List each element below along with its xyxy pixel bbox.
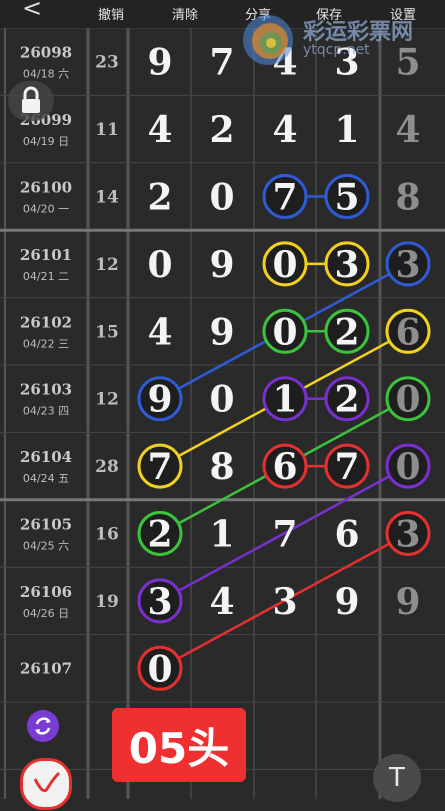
digit-cell[interactable]: 4: [272, 109, 297, 151]
issue-number: 26101: [20, 246, 72, 264]
digit-cell[interactable]: 4: [147, 311, 172, 353]
digit-cell[interactable]: 3: [147, 581, 172, 623]
issue-number: 26105: [20, 516, 72, 534]
issue-date: 04/25 六: [23, 540, 69, 553]
digit-cell[interactable]: 3: [272, 581, 297, 623]
digit-cell[interactable]: 9: [334, 581, 359, 623]
issue-number: 26104: [20, 448, 72, 466]
tail-digit[interactable]: 0: [395, 446, 420, 488]
sum-value: 14: [95, 188, 119, 208]
sum-value: 28: [95, 457, 119, 477]
logo-swirl-icon: [243, 15, 293, 65]
digit-cell[interactable]: 0: [209, 379, 234, 421]
issue-number: 26106: [20, 583, 72, 601]
issue-date: 04/23 四: [23, 405, 69, 418]
digit-cell[interactable]: 2: [334, 311, 359, 353]
issue-date: 04/18 六: [23, 68, 69, 81]
watermark-logo: 彩运彩票网 ytqcp.net: [240, 12, 445, 72]
issue-date: 04/24 五: [23, 472, 69, 485]
lock-icon[interactable]: [8, 81, 54, 121]
digit-cell[interactable]: 7: [272, 514, 297, 556]
digit-cell[interactable]: 1: [272, 379, 297, 421]
prediction-badge: 05头: [112, 708, 246, 782]
digit-cell[interactable]: 2: [334, 379, 359, 421]
digit-cell[interactable]: 7: [209, 42, 234, 84]
tail-digit[interactable]: 6: [395, 311, 420, 353]
lottery-trend-board[interactable]: 2609804/18 六232609904/19 日112610004/20 一…: [0, 0, 445, 799]
digit-cell[interactable]: 9: [209, 244, 234, 286]
issue-number: 26107: [20, 659, 72, 677]
digit-cell[interactable]: 4: [147, 109, 172, 151]
issue-date: 04/21 二: [23, 270, 69, 283]
tail-digit[interactable]: 0: [395, 379, 420, 421]
digit-cell[interactable]: 9: [147, 42, 172, 84]
digit-cell[interactable]: 8: [209, 446, 234, 488]
text-tool-icon[interactable]: T: [373, 754, 421, 802]
digit-cell[interactable]: 6: [272, 446, 297, 488]
tail-digit[interactable]: 3: [395, 244, 420, 286]
tail-digit[interactable]: 9: [395, 581, 420, 623]
issue-number: 26103: [20, 381, 72, 399]
sum-value: 12: [95, 255, 119, 275]
refresh-icon[interactable]: [27, 710, 59, 742]
digit-cell[interactable]: 9: [209, 311, 234, 353]
sum-value: 11: [95, 120, 119, 140]
issue-number: 26098: [20, 44, 72, 62]
digit-cell[interactable]: 2: [147, 514, 172, 556]
sum-value: 12: [95, 390, 119, 410]
digit-cell[interactable]: 7: [334, 446, 359, 488]
issue-date: 04/20 一: [23, 203, 69, 216]
digit-cell[interactable]: 7: [147, 446, 172, 488]
digit-cell[interactable]: 0: [209, 177, 234, 219]
undo-button[interactable]: 撤销: [98, 4, 124, 23]
issue-date: 04/26 日: [23, 607, 69, 620]
digit-cell[interactable]: 1: [334, 109, 359, 151]
digit-cell[interactable]: 1: [209, 514, 234, 556]
sum-value: 19: [95, 592, 119, 612]
tail-digit[interactable]: 4: [395, 109, 420, 151]
digit-cell[interactable]: 3: [334, 244, 359, 286]
issue-date: 04/19 日: [23, 135, 69, 148]
digit-cell[interactable]: 6: [334, 514, 359, 556]
tail-digit[interactable]: 3: [395, 514, 420, 556]
tail-digit[interactable]: 8: [395, 177, 420, 219]
logo-url: ytqcp.net: [303, 42, 370, 58]
digit-cell[interactable]: 4: [209, 581, 234, 623]
digit-cell[interactable]: 0: [147, 648, 172, 690]
digit-cell[interactable]: 9: [147, 379, 172, 421]
back-arrow-icon[interactable]: <: [22, 0, 42, 22]
sum-value: 15: [95, 322, 119, 342]
digit-cell[interactable]: 2: [209, 109, 234, 151]
digit-cell[interactable]: 5: [334, 177, 359, 219]
digit-cell[interactable]: 0: [272, 311, 297, 353]
pen-icon[interactable]: [20, 758, 72, 810]
digit-cell[interactable]: 0: [272, 244, 297, 286]
issue-date: 04/22 三: [23, 337, 69, 350]
digit-cell[interactable]: 2: [147, 177, 172, 219]
digit-cell[interactable]: 0: [147, 244, 172, 286]
sum-value: 16: [95, 525, 119, 545]
digit-cell[interactable]: 7: [272, 177, 297, 219]
issue-number: 26100: [20, 179, 72, 197]
sum-value: 23: [95, 53, 119, 73]
clear-button[interactable]: 清除: [172, 4, 198, 23]
issue-number: 26102: [20, 313, 72, 331]
